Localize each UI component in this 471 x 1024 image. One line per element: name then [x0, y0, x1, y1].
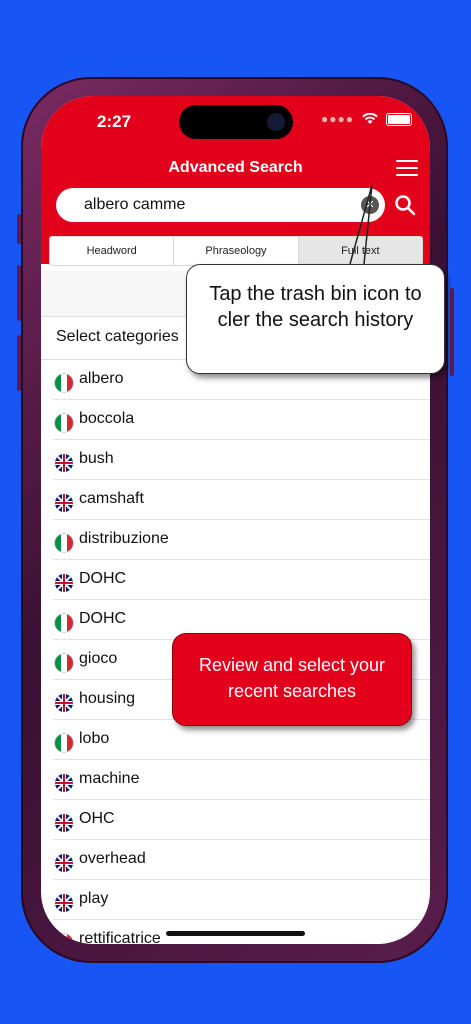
status-icons: ●●●● [321, 112, 412, 126]
magnifier-icon[interactable] [394, 194, 416, 216]
page-title: Advanced Search [168, 159, 303, 176]
history-item-label: rettificatrice [79, 930, 161, 944]
history-item[interactable]: lobo [41, 720, 430, 760]
battery-icon [386, 112, 412, 126]
history-item[interactable]: overhead [41, 840, 430, 880]
app-header: 2:27 ●●●● Advanced Search albero camme ✕… [41, 96, 430, 266]
app-screen: 2:27 ●●●● Advanced Search albero camme ✕… [41, 96, 430, 944]
history-item-label: DOHC [79, 570, 127, 587]
history-item-label: housing [79, 690, 136, 707]
history-item-label: machine [79, 770, 140, 787]
italian-flag-icon [55, 934, 73, 944]
history-item[interactable]: machine [41, 760, 430, 800]
trash-tip-callout: Tap the trash bin icon to cler the searc… [186, 264, 445, 374]
history-item-label: gioco [79, 650, 118, 667]
uk-flag-icon [55, 694, 73, 712]
search-mode-tabs: Headword Phraseology Full text [49, 236, 423, 266]
italian-flag-icon [55, 534, 73, 552]
history-item-label: camshaft [79, 490, 144, 507]
uk-flag-icon [55, 454, 73, 472]
history-item[interactable]: OHC [41, 800, 430, 840]
categories-label: Select categories [56, 328, 179, 345]
search-input[interactable]: albero camme ✕ [56, 188, 385, 222]
uk-flag-icon [55, 574, 73, 592]
history-item-label: play [79, 890, 109, 907]
italian-flag-icon [55, 734, 73, 752]
search-input-value: albero camme [84, 196, 186, 213]
history-item[interactable]: boccola [41, 400, 430, 440]
history-item-label: albero [79, 370, 124, 387]
history-item-label: lobo [79, 730, 110, 747]
uk-flag-icon [55, 894, 73, 912]
history-item[interactable]: camshaft [41, 480, 430, 520]
italian-flag-icon [55, 374, 73, 392]
uk-flag-icon [55, 774, 73, 792]
uk-flag-icon [55, 494, 73, 512]
history-item-label: bush [79, 450, 114, 467]
wifi-icon [362, 113, 378, 124]
italian-flag-icon [55, 414, 73, 432]
history-item-label: boccola [79, 410, 135, 427]
review-tip-callout: Review and select your recent searches [172, 633, 412, 726]
volume-down-button [17, 335, 21, 391]
tab-headword[interactable]: Headword [50, 237, 175, 265]
history-item[interactable]: bush [41, 440, 430, 480]
clear-circle-icon[interactable]: ✕ [361, 196, 379, 214]
silent-switch [17, 214, 21, 244]
uk-flag-icon [55, 814, 73, 832]
history-item[interactable]: play [41, 880, 430, 920]
camera-icon [267, 113, 285, 131]
volume-up-button [17, 265, 21, 321]
tab-phraseology[interactable]: Phraseology [174, 237, 299, 265]
history-item[interactable]: DOHC [41, 560, 430, 600]
italian-flag-icon [55, 654, 73, 672]
italian-flag-icon [55, 614, 73, 632]
power-button [450, 288, 454, 376]
hamburger-menu-icon[interactable] [396, 160, 418, 178]
history-item-label: OHC [79, 810, 115, 827]
history-item-label: distribuzione [79, 530, 169, 547]
signal-icon: ●●●● [321, 112, 354, 126]
dynamic-island [179, 105, 293, 139]
history-item-label: DOHC [79, 610, 127, 627]
history-item[interactable]: distribuzione [41, 520, 430, 560]
status-time: 2:27 [97, 112, 132, 131]
history-item-label: overhead [79, 850, 146, 867]
uk-flag-icon [55, 854, 73, 872]
home-indicator[interactable] [166, 931, 305, 936]
tab-full-text[interactable]: Full text [298, 237, 422, 265]
